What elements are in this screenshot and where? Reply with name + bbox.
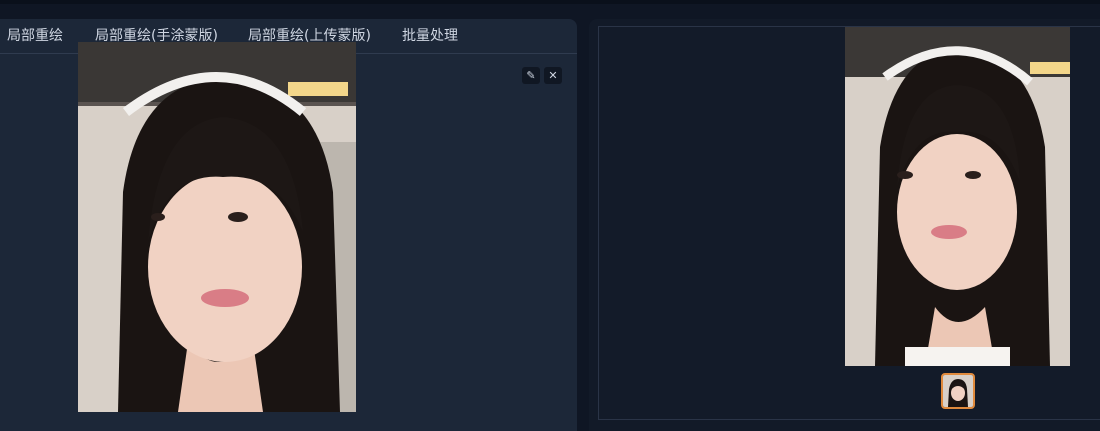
tab-batch[interactable]: 批量处理: [402, 19, 458, 53]
close-icon[interactable]: ✕: [544, 67, 562, 84]
source-portrait-image[interactable]: [78, 42, 356, 412]
result-thumbnail[interactable]: [941, 373, 975, 409]
result-portrait-image[interactable]: [845, 27, 1070, 366]
tab-inpaint[interactable]: 局部重绘: [7, 19, 63, 53]
edit-icon[interactable]: ✎: [522, 67, 540, 84]
top-bar: [0, 0, 1100, 4]
